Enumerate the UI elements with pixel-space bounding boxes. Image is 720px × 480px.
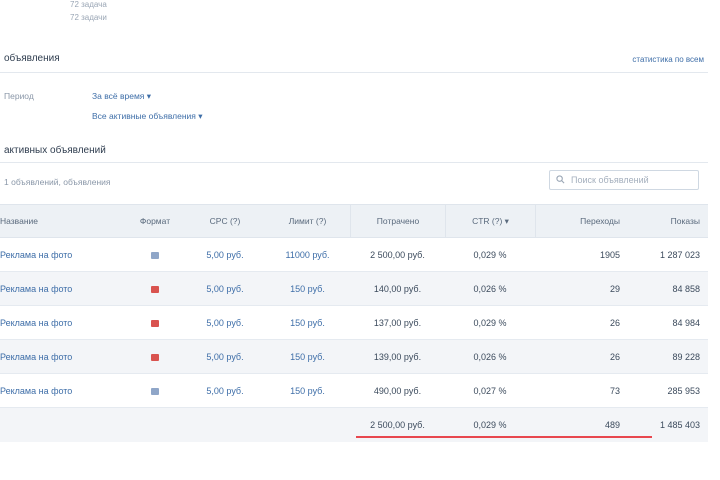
impressions-value: 89 228 bbox=[672, 351, 700, 362]
ad-name-link[interactable]: Реклама на фото bbox=[0, 318, 125, 328]
clicks-value: 29 bbox=[609, 283, 620, 294]
ad-name-link[interactable]: Реклама на фото bbox=[0, 386, 125, 396]
header-name[interactable]: Название bbox=[0, 216, 125, 226]
ad-format-icon bbox=[151, 285, 159, 293]
limit-value[interactable]: 150 руб. bbox=[290, 351, 325, 362]
ads-filter-select[interactable]: Все активные объявления ▾ bbox=[92, 111, 203, 122]
total-impressions: 1 485 403 bbox=[659, 420, 700, 430]
cpc-value[interactable]: 5,00 руб. bbox=[206, 249, 244, 260]
search-icon bbox=[556, 174, 565, 186]
top-row-2: 72 задачи bbox=[70, 13, 107, 22]
header-cpc[interactable]: CPC (?) bbox=[185, 216, 265, 226]
impressions-value: 84 984 bbox=[672, 317, 700, 328]
ctr-value: 0,026 % bbox=[473, 283, 507, 294]
cpc-value[interactable]: 5,00 руб. bbox=[206, 317, 244, 328]
period-label: Период bbox=[4, 91, 34, 101]
top-row-1: 72 задача bbox=[70, 0, 107, 9]
total-spent: 2 500,00 руб. bbox=[370, 420, 425, 430]
table-header: Название Формат CPC (?) Лимит (?) Потрач… bbox=[0, 204, 708, 238]
header-format[interactable]: Формат bbox=[125, 216, 185, 226]
spent-value: 140,00 руб. bbox=[373, 283, 422, 294]
spent-value: 490,00 руб. bbox=[373, 385, 422, 396]
clicks-value: 1905 bbox=[599, 249, 620, 260]
table-row: Реклама на фото 5,00 руб. 11000 руб. 2 5… bbox=[0, 238, 708, 272]
impressions-value: 1 287 023 bbox=[659, 249, 700, 260]
cpc-value[interactable]: 5,00 руб. bbox=[206, 351, 244, 362]
spent-value: 137,00 руб. bbox=[373, 317, 422, 328]
ad-format-icon bbox=[151, 353, 159, 361]
clicks-value: 73 bbox=[609, 385, 620, 396]
section-ads-title: объявления bbox=[4, 53, 60, 64]
ad-name-link[interactable]: Реклама на фото bbox=[0, 284, 125, 294]
ctr-value: 0,027 % bbox=[473, 385, 507, 396]
cpc-value[interactable]: 5,00 руб. bbox=[206, 385, 244, 396]
section-active-ads-title: активных объявлений bbox=[4, 145, 106, 156]
ads-count-subtitle: 1 объявлений, объявления bbox=[4, 177, 111, 187]
divider bbox=[0, 162, 708, 163]
ad-format-icon bbox=[151, 251, 159, 259]
ads-table: Название Формат CPC (?) Лимит (?) Потрач… bbox=[0, 204, 708, 442]
table-row: Реклама на фото 5,00 руб. 150 руб. 490,0… bbox=[0, 374, 708, 408]
limit-value[interactable]: 11000 руб. bbox=[285, 249, 330, 260]
cpc-value[interactable]: 5,00 руб. bbox=[206, 283, 244, 294]
top-row-1-value: 72 задача bbox=[70, 0, 107, 9]
impressions-value: 84 858 bbox=[672, 283, 700, 294]
header-limit[interactable]: Лимит (?) bbox=[265, 216, 350, 226]
header-clicks[interactable]: Переходы bbox=[535, 205, 628, 237]
ctr-value: 0,029 % bbox=[473, 249, 507, 260]
clicks-value: 26 bbox=[609, 317, 620, 328]
total-clicks: 489 bbox=[604, 420, 620, 430]
search-input[interactable] bbox=[569, 174, 692, 186]
ad-format-icon bbox=[151, 319, 159, 327]
ad-name-link[interactable]: Реклама на фото bbox=[0, 352, 125, 362]
clicks-value: 26 bbox=[609, 351, 620, 362]
header-spent[interactable]: Потрачено bbox=[350, 205, 445, 237]
ctr-value: 0,029 % bbox=[473, 317, 507, 328]
table-row: Реклама на фото 5,00 руб. 150 руб. 139,0… bbox=[0, 340, 708, 374]
spent-value: 139,00 руб. bbox=[373, 351, 422, 362]
ctr-value: 0,026 % bbox=[473, 351, 507, 362]
top-row-2-value: 72 задачи bbox=[70, 13, 107, 22]
spent-value: 2 500,00 руб. bbox=[370, 249, 425, 260]
ad-name-link[interactable]: Реклама на фото bbox=[0, 250, 125, 260]
header-impressions[interactable]: Показы bbox=[628, 216, 708, 226]
limit-value[interactable]: 150 руб. bbox=[290, 385, 325, 396]
impressions-value: 285 953 bbox=[667, 385, 700, 396]
search-box[interactable] bbox=[549, 170, 699, 190]
table-row: Реклама на фото 5,00 руб. 150 руб. 137,0… bbox=[0, 306, 708, 340]
limit-value[interactable]: 150 руб. bbox=[290, 283, 325, 294]
highlight-underline bbox=[356, 436, 652, 438]
total-ctr: 0,029 % bbox=[473, 420, 507, 430]
ad-format-icon bbox=[151, 387, 159, 395]
header-ctr[interactable]: CTR (?) ▾ bbox=[445, 205, 535, 237]
all-stats-link[interactable]: статистика по всем bbox=[632, 55, 704, 64]
divider bbox=[0, 72, 708, 73]
table-row: Реклама на фото 5,00 руб. 150 руб. 140,0… bbox=[0, 272, 708, 306]
time-range-select[interactable]: За всё время ▾ bbox=[92, 91, 151, 102]
limit-value[interactable]: 150 руб. bbox=[290, 317, 325, 328]
